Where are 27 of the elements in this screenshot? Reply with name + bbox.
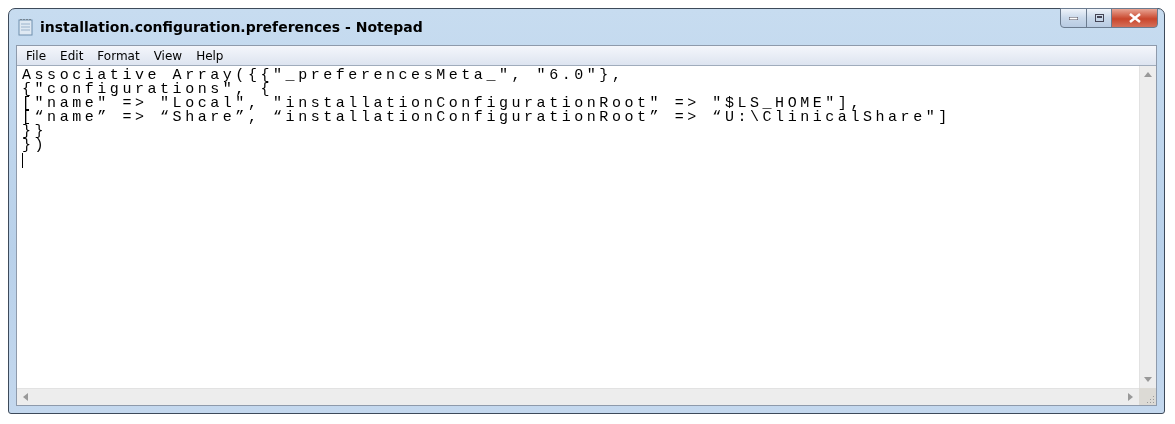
minimize-icon <box>1069 16 1078 20</box>
menu-item[interactable]: View <box>146 47 190 64</box>
text-caret <box>22 153 23 168</box>
menu-item[interactable]: Edit <box>53 47 91 64</box>
scroll-down-icon[interactable] <box>1144 377 1152 382</box>
notepad-icon <box>18 18 34 36</box>
text-line: {"configurations", { <box>22 83 274 97</box>
minimize-button[interactable] <box>1060 8 1087 28</box>
text-line: ["name" => "Local", "installationConfigurationRoot" => "$LS_HOME"], <box>22 97 863 111</box>
menu-item[interactable]: Format <box>90 47 147 64</box>
menu-item[interactable]: File <box>19 47 54 64</box>
vertical-scrollbar[interactable] <box>1139 66 1156 388</box>
scroll-up-icon[interactable] <box>1144 72 1152 77</box>
text-line: [“name” => “Share”, “installationConfigurationRoot” => “U:\ClinicalShare"] <box>22 111 952 125</box>
scroll-right-icon[interactable] <box>1128 393 1133 401</box>
scroll-left-icon[interactable] <box>23 393 28 401</box>
close-button[interactable] <box>1111 8 1158 28</box>
text-line: }} <box>22 125 48 139</box>
horizontal-scrollbar[interactable] <box>17 388 1139 405</box>
text-line: }) <box>22 139 49 153</box>
resize-grip-icon[interactable] <box>1144 393 1156 405</box>
window-title: installation.configuration.preferences - Notepad <box>40 19 423 35</box>
text-line: Associative Array({{"_preferencesMeta_", "6.0"}, <box>22 69 626 83</box>
close-icon <box>1128 13 1141 23</box>
maximize-button[interactable] <box>1086 8 1112 28</box>
maximize-icon <box>1094 14 1104 22</box>
menu-item[interactable]: Help <box>189 47 231 64</box>
